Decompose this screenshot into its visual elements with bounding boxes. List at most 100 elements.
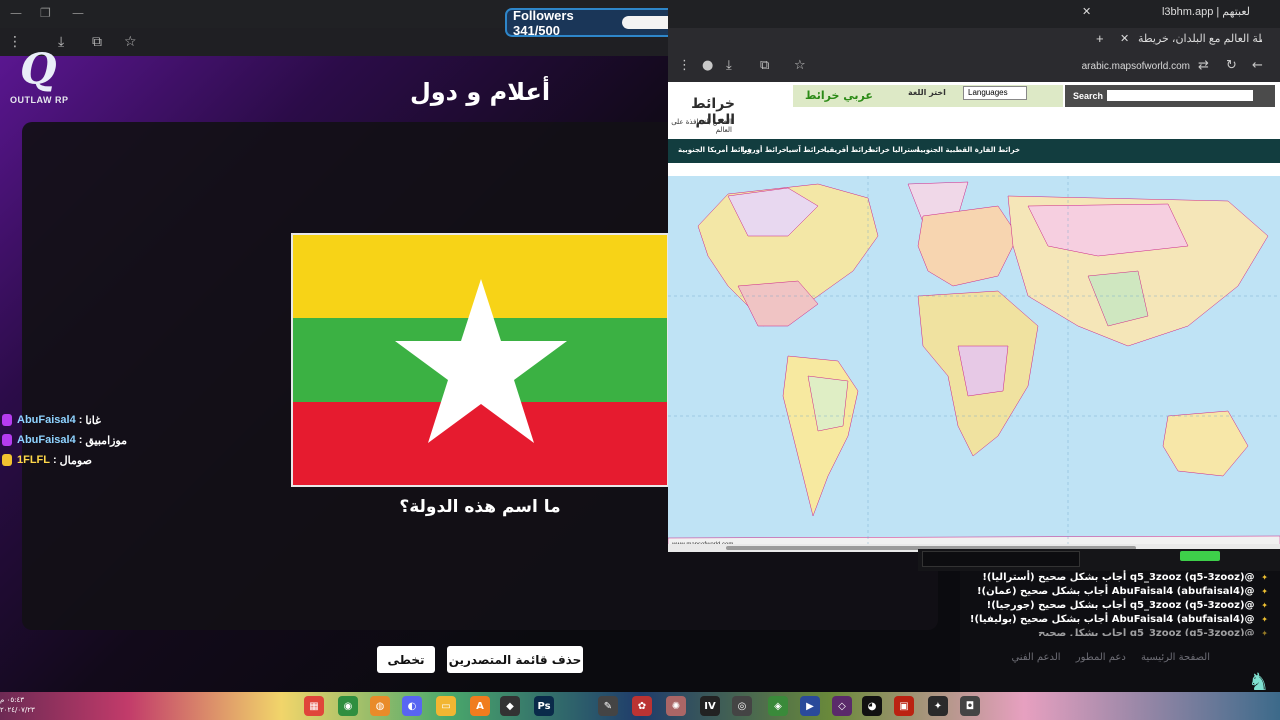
footer-link-home[interactable]: الصفحة الرئيسية	[1141, 652, 1210, 663]
skip-button[interactable]: تخطى	[377, 646, 435, 673]
photoshop-icon[interactable]: Ps	[534, 696, 554, 716]
bookmark-star-icon[interactable]: ☆	[124, 34, 137, 50]
app-video-icon[interactable]: ▣	[894, 696, 914, 716]
tab-world-map[interactable]: خريطة العالم مع البلدان، خريطة	[1138, 32, 1262, 52]
bookmark-star-icon[interactable]: ☆	[794, 58, 806, 73]
menu-item[interactable]: خرائط آسيا	[786, 146, 825, 154]
extensions-icon[interactable]: ⧉	[760, 58, 769, 73]
app-diamond-icon[interactable]: ◆	[500, 696, 520, 716]
crown-icon	[2, 454, 12, 466]
logo-mark: Q	[20, 44, 57, 93]
start-icon[interactable]: ▦	[304, 696, 324, 716]
back-icon[interactable]: ←	[1252, 58, 1263, 73]
world-map-graphic	[668, 176, 1280, 550]
party-icon: ✦	[1261, 615, 1268, 624]
language-select[interactable]: Languages	[963, 86, 1027, 100]
party-icon: ✦	[1261, 601, 1268, 610]
world-map[interactable]: www.mapsofworld.com	[668, 176, 1280, 550]
answer-country: صومال	[59, 454, 92, 467]
menu-item[interactable]: خرائط القارة القطبية الجنوبية	[916, 146, 1020, 154]
site-settings-icon[interactable]: ⇄	[1198, 58, 1209, 73]
menu-item[interactable]: خرائط أفريقيا	[824, 146, 873, 154]
right-browser-tabs: + ✕ خريطة العالم مع البلدان، خريطة	[668, 28, 1280, 50]
game-title: أعلام و دول	[409, 78, 551, 106]
footer-link-support-dev[interactable]: دعم المطور	[1076, 652, 1126, 663]
microphone-icon	[2, 434, 12, 446]
system-clock[interactable]: ٠٥:٤٣ م ٢٠٢٤/٠٧/٢٣	[0, 695, 35, 715]
answer-row: 1FLFL : صومال	[2, 450, 182, 470]
answer-country: موزامبيق	[85, 434, 128, 447]
folder-icon[interactable]: ▭	[436, 696, 456, 716]
app-gray-icon[interactable]: ◘	[960, 696, 980, 716]
chrome-icon[interactable]: ◉	[338, 696, 358, 716]
app-purple-icon[interactable]: ◇	[832, 696, 852, 716]
party-icon: ✦	[1261, 573, 1268, 582]
feed-item: ✦ @q5_3zooz (q5-3zooz) أجاب بشكل صحيح (ج…	[986, 600, 1268, 611]
answer-row: AbuFaisal4 : موزامبيق	[2, 430, 182, 450]
answer-separator: :	[78, 434, 83, 446]
search-label: Search	[1073, 91, 1104, 101]
app-a-icon[interactable]: A	[470, 696, 490, 716]
profile-icon[interactable]: ●	[702, 58, 713, 73]
site-menu: خرائط القارة القطبية الجنوبية استراليا خ…	[668, 139, 1280, 163]
chat-input[interactable]	[922, 551, 1080, 567]
app-red-icon[interactable]: ✿	[632, 696, 652, 716]
answer-user: AbuFaisal4	[17, 414, 76, 426]
close-icon[interactable]: —	[72, 6, 84, 20]
outlaw-rp-logo: Q OUTLAW RP	[4, 40, 84, 110]
menu-item[interactable]: استراليا خرائط	[868, 146, 919, 154]
tools-icon[interactable]: ✎	[598, 696, 618, 716]
feed-item: ✦ @AbuFaisal4 (abufaisal4) أجاب بشكل صحي…	[976, 586, 1268, 597]
browser-icon[interactable]: ◍	[370, 696, 390, 716]
site-header: خرائط العالم الخاص بك نافذة على العالم ع…	[668, 82, 1280, 138]
answers-list: AbuFaisal4 : غانا AbuFaisal4 : موزامبيق …	[2, 410, 182, 470]
new-tab-icon[interactable]: +	[1096, 31, 1104, 51]
obs-icon[interactable]: ◕	[862, 696, 882, 716]
site-search: Search	[1065, 85, 1275, 107]
party-icon: ✦	[1261, 587, 1268, 596]
footer-links: الصفحة الرئيسية دعم المطور الدعم الفني	[1011, 652, 1210, 663]
clock-time: ٠٥:٤٣ م	[0, 696, 24, 704]
right-browser-titlebar: ✕ l3bhm.app | لعبتهم	[668, 0, 1280, 28]
feed-item: ✦ @q5_3zooz (q5-3zooz) أجاب بشكل صحيح	[1038, 628, 1268, 636]
send-button[interactable]	[1180, 551, 1220, 561]
party-icon: ✦	[1261, 629, 1268, 636]
reload-icon[interactable]: ↻	[1226, 58, 1237, 73]
menu-item[interactable]: خرائط أمريكا الجنوبية	[678, 146, 752, 154]
flag-star-icon	[395, 279, 567, 443]
app-blue-icon[interactable]: ▶	[800, 696, 820, 716]
site-tagline: الخاص بك نافذة على العالم	[671, 118, 732, 134]
app-green-icon[interactable]: ◈	[768, 696, 788, 716]
clear-leaderboard-button[interactable]: حذف قائمة المتصدرين	[447, 646, 583, 673]
language-label: اختر اللغة	[908, 88, 946, 97]
discord-icon[interactable]: ◐	[402, 696, 422, 716]
app-dark-icon[interactable]: ✦	[928, 696, 948, 716]
app-pink-icon[interactable]: ✺	[666, 696, 686, 716]
feed-item: ✦ @AbuFaisal4 (abufaisal4) أجاب بشكل صحي…	[969, 614, 1268, 625]
answer-separator: :	[78, 414, 83, 426]
answer-user: 1FLFL	[17, 454, 50, 466]
minimize-icon[interactable]: —	[10, 6, 22, 20]
address-bar[interactable]: arabic.mapsofworld.com	[1040, 61, 1190, 72]
close-icon[interactable]: ✕	[1120, 32, 1129, 52]
question-text: ما اسم هذه الدولة؟	[399, 497, 561, 517]
logo-text: OUTLAW RP	[10, 95, 69, 105]
app-disc-icon[interactable]: ◎	[732, 696, 752, 716]
microphone-icon	[2, 414, 12, 426]
country-flag	[291, 233, 669, 487]
map-website: خرائط العالم الخاص بك نافذة على العالم ع…	[668, 82, 1280, 550]
followers-label: Followers 341/500	[513, 7, 574, 38]
footer-link-tech-support[interactable]: الدعم الفني	[1011, 652, 1060, 663]
correct-answers-feed: ✦ @q5_3zooz (q5-3zooz) أجاب بشكل صحيح (أ…	[969, 572, 1268, 636]
extensions-icon[interactable]: ⧉	[92, 34, 102, 50]
search-input[interactable]	[1107, 90, 1253, 101]
app-iv-icon[interactable]: IV	[700, 696, 720, 716]
restore-icon[interactable]: ❐	[40, 6, 51, 20]
menu-dots-icon[interactable]: ⋮	[678, 58, 691, 73]
feed-item: ✦ @q5_3zooz (q5-3zooz) أجاب بشكل صحيح (أ…	[982, 572, 1268, 583]
close-icon[interactable]: ✕	[1082, 5, 1091, 25]
tab-l3bhm[interactable]: l3bhm.app | لعبتهم	[1122, 5, 1250, 25]
answer-user: AbuFaisal4	[17, 434, 76, 446]
answer-separator: :	[53, 454, 57, 466]
download-icon[interactable]: ⤓	[726, 58, 732, 73]
